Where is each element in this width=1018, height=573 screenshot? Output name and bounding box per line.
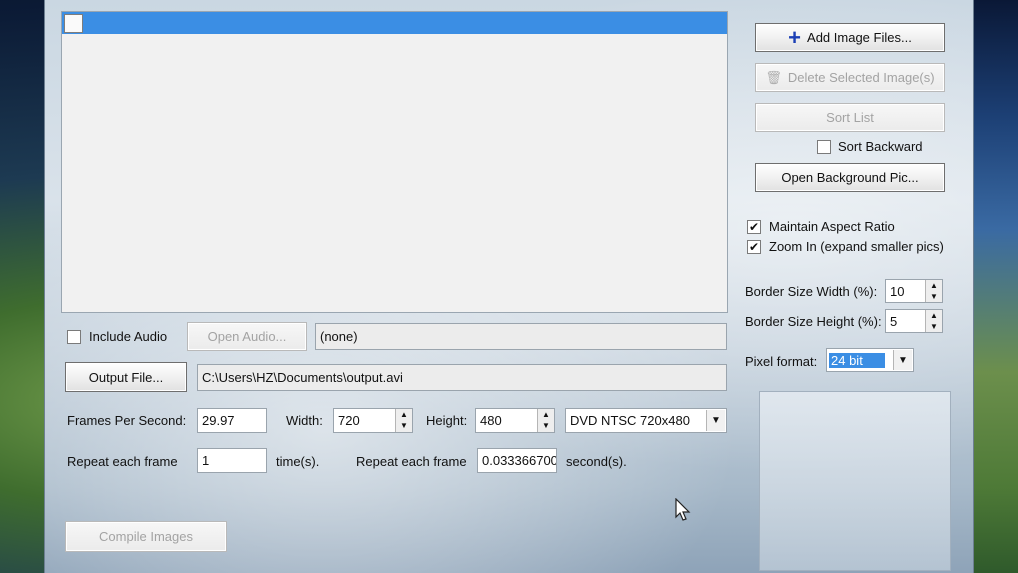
desktop-earth-background xyxy=(972,0,1018,573)
compile-images-button[interactable]: Compile Images xyxy=(65,521,227,552)
sort-backward-checkbox[interactable] xyxy=(817,139,831,154)
height-label: Height: xyxy=(426,413,468,428)
chevron-down-icon[interactable]: ▼ xyxy=(706,410,725,431)
repeat-seconds-label: Repeat each frame xyxy=(356,454,467,469)
include-audio-option[interactable]: Include Audio xyxy=(67,329,167,344)
open-audio-label: Open Audio... xyxy=(207,329,287,344)
sort-backward-option[interactable]: Sort Backward xyxy=(817,139,923,154)
fps-label: Frames Per Second: xyxy=(67,413,187,428)
repeat-frames-value: 1 xyxy=(202,453,210,468)
maintain-aspect-option[interactable]: ✔ Maintain Aspect Ratio xyxy=(747,219,895,234)
maintain-aspect-checkbox[interactable]: ✔ xyxy=(747,219,761,234)
fps-value: 29.97 xyxy=(202,413,235,428)
include-audio-checkbox[interactable] xyxy=(67,329,81,344)
list-select-all-checkbox[interactable] xyxy=(64,14,83,33)
app-window: + Add Image Files... 🗑 Delete Selected I… xyxy=(44,0,974,573)
chevron-down-icon[interactable]: ▼ xyxy=(893,350,912,370)
audio-path-field[interactable]: (none) xyxy=(315,323,727,350)
border-height-stepper[interactable]: 5 ▲ ▼ xyxy=(885,309,943,333)
mouse-cursor-icon xyxy=(675,498,691,521)
border-width-spin[interactable]: ▲ ▼ xyxy=(925,280,942,302)
open-background-label: Open Background Pic... xyxy=(781,170,919,185)
pixel-format-select[interactable]: 24 bit ▼ xyxy=(826,348,914,372)
border-width-label: Border Size Width (%): xyxy=(745,284,878,299)
zoom-in-option[interactable]: ✔ Zoom In (expand smaller pics) xyxy=(747,239,944,254)
sort-list-button[interactable]: Sort List xyxy=(755,103,945,132)
width-stepper[interactable]: 720 ▲ ▼ xyxy=(333,408,413,433)
repeat-seconds-value: 0.033366700 xyxy=(482,453,557,468)
fps-input[interactable]: 29.97 xyxy=(197,408,267,433)
width-value: 720 xyxy=(338,413,360,428)
border-height-value: 5 xyxy=(890,313,898,329)
zoom-in-checkbox[interactable]: ✔ xyxy=(747,239,761,254)
border-width-stepper[interactable]: 10 ▲ ▼ xyxy=(885,279,943,303)
plus-icon: + xyxy=(788,24,802,50)
pixel-format-label: Pixel format: xyxy=(745,354,818,369)
add-image-files-label: Add Image Files... xyxy=(807,30,912,45)
pixel-format-value: 24 bit xyxy=(829,352,885,368)
list-selected-row[interactable] xyxy=(62,12,727,34)
sort-list-label: Sort List xyxy=(826,110,874,125)
trash-icon: 🗑 xyxy=(765,69,782,85)
repeat-frames-label: Repeat each frame xyxy=(67,454,178,469)
border-width-value: 10 xyxy=(890,283,905,299)
image-list[interactable] xyxy=(61,11,728,313)
output-file-button[interactable]: Output File... xyxy=(65,362,187,392)
add-image-files-button[interactable]: + Add Image Files... xyxy=(755,23,945,52)
width-label: Width: xyxy=(286,413,323,428)
repeat-frames-unit: time(s). xyxy=(276,454,320,469)
sort-backward-label: Sort Backward xyxy=(838,139,923,154)
output-path-field[interactable]: C:\Users\HZ\Documents\output.avi xyxy=(197,364,727,391)
video-preset-select[interactable]: DVD NTSC 720x480 ▼ xyxy=(565,408,727,433)
output-file-label: Output File... xyxy=(88,369,164,385)
repeat-seconds-input[interactable]: 0.033366700 xyxy=(477,448,557,473)
border-height-label: Border Size Height (%): xyxy=(745,314,882,329)
zoom-in-label: Zoom In (expand smaller pics) xyxy=(769,239,944,254)
open-background-pic-button[interactable]: Open Background Pic... xyxy=(755,163,945,192)
repeat-frames-input[interactable]: 1 xyxy=(197,448,267,473)
maintain-aspect-label: Maintain Aspect Ratio xyxy=(769,219,895,234)
height-spin[interactable]: ▲ ▼ xyxy=(537,409,554,432)
delete-selected-label: Delete Selected Image(s) xyxy=(787,70,935,85)
open-audio-button[interactable]: Open Audio... xyxy=(187,322,307,351)
compile-images-label: Compile Images xyxy=(99,529,193,544)
border-height-spin[interactable]: ▲ ▼ xyxy=(925,310,942,332)
delete-selected-images-button[interactable]: 🗑 Delete Selected Image(s) xyxy=(755,63,945,92)
repeat-seconds-unit: second(s). xyxy=(566,454,627,469)
include-audio-label: Include Audio xyxy=(89,329,168,344)
video-preset-value: DVD NTSC 720x480 xyxy=(570,413,690,428)
output-path-value: C:\Users\HZ\Documents\output.avi xyxy=(202,370,403,385)
audio-path-value: (none) xyxy=(320,329,358,344)
width-spin[interactable]: ▲ ▼ xyxy=(395,409,412,432)
height-value: 480 xyxy=(480,413,502,428)
height-stepper[interactable]: 480 ▲ ▼ xyxy=(475,408,555,433)
background-preview xyxy=(759,391,951,571)
